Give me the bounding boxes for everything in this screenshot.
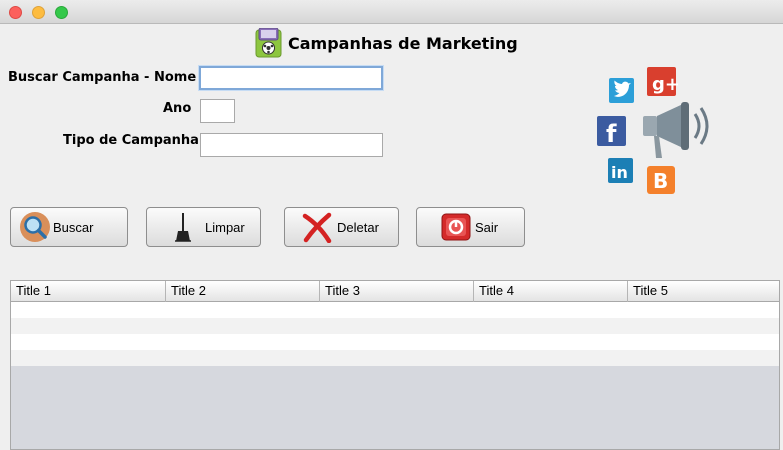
limpar-button[interactable]: Limpar <box>146 207 261 247</box>
table-cell[interactable] <box>320 350 474 366</box>
table-cell[interactable] <box>628 334 779 350</box>
column-header[interactable]: Title 4 <box>474 281 628 302</box>
sair-label: Sair <box>475 219 499 235</box>
table-cell[interactable] <box>11 350 166 366</box>
table-cell[interactable] <box>628 350 779 366</box>
google-plus-text: g+ <box>652 74 680 95</box>
tipo-input[interactable] <box>200 133 383 157</box>
ano-label: Ano <box>163 101 192 116</box>
campaigns-table[interactable]: Title 1 Title 2 Title 3 Title 4 Title 5 <box>10 280 780 450</box>
table-cell[interactable] <box>320 302 474 318</box>
red-x-icon <box>302 212 332 243</box>
table-cell[interactable] <box>474 334 628 350</box>
column-header[interactable]: Title 2 <box>166 281 320 302</box>
column-header[interactable]: Title 1 <box>11 281 166 302</box>
close-window-button[interactable] <box>9 6 22 19</box>
table-cell[interactable] <box>166 350 320 366</box>
title-bar <box>0 0 783 24</box>
nome-input[interactable] <box>199 66 383 90</box>
table-cell[interactable] <box>474 318 628 334</box>
table-row[interactable] <box>11 334 779 350</box>
table-cell[interactable] <box>628 318 779 334</box>
table-row[interactable] <box>11 318 779 334</box>
table-cell[interactable] <box>166 334 320 350</box>
broom-icon <box>175 213 191 242</box>
twitter-icon <box>609 78 634 103</box>
social-media-illustration: g+ f in B <box>597 67 709 194</box>
table-cell[interactable] <box>166 318 320 334</box>
table-cell[interactable] <box>11 302 166 318</box>
deletar-label: Deletar <box>337 219 379 235</box>
table-row[interactable] <box>11 350 779 366</box>
campaign-badge-icon <box>255 28 282 58</box>
column-header[interactable]: Title 3 <box>320 281 474 302</box>
table-cell[interactable] <box>166 302 320 318</box>
buscar-button[interactable]: Buscar <box>10 207 128 247</box>
facebook-text: f <box>606 120 617 148</box>
table-body <box>11 302 779 366</box>
tipo-label: Tipo de Campanha <box>63 133 199 148</box>
table-cell[interactable] <box>474 350 628 366</box>
table-cell[interactable] <box>628 302 779 318</box>
google-plus-icon: g+ <box>647 67 680 96</box>
linkedin-icon: in <box>608 158 633 183</box>
blogger-icon: B <box>647 166 675 194</box>
app-window: Campanhas de Marketing Buscar Campanha -… <box>0 0 783 450</box>
magnifier-icon <box>20 212 50 242</box>
table-cell[interactable] <box>320 334 474 350</box>
blogger-text: B <box>653 169 668 193</box>
deletar-button[interactable]: Deletar <box>284 207 399 247</box>
table-cell[interactable] <box>474 302 628 318</box>
ano-input[interactable] <box>200 99 235 123</box>
facebook-icon: f <box>597 116 626 148</box>
linkedin-text: in <box>611 163 628 182</box>
table-header: Title 1 Title 2 Title 3 Title 4 Title 5 <box>11 281 779 302</box>
megaphone-icon <box>643 102 709 158</box>
maximize-window-button[interactable] <box>55 6 68 19</box>
table-row[interactable] <box>11 302 779 318</box>
exit-icon <box>441 213 471 241</box>
sair-button[interactable]: Sair <box>416 207 525 247</box>
table-cell[interactable] <box>11 334 166 350</box>
column-header[interactable]: Title 5 <box>628 281 779 302</box>
limpar-label: Limpar <box>205 219 245 235</box>
buscar-label: Buscar <box>53 219 94 235</box>
table-cell[interactable] <box>11 318 166 334</box>
header: Campanhas de Marketing <box>0 28 783 60</box>
minimize-window-button[interactable] <box>32 6 45 19</box>
page-title: Campanhas de Marketing <box>288 34 518 53</box>
nome-label: Buscar Campanha - Nome <box>8 70 197 85</box>
table-cell[interactable] <box>320 318 474 334</box>
